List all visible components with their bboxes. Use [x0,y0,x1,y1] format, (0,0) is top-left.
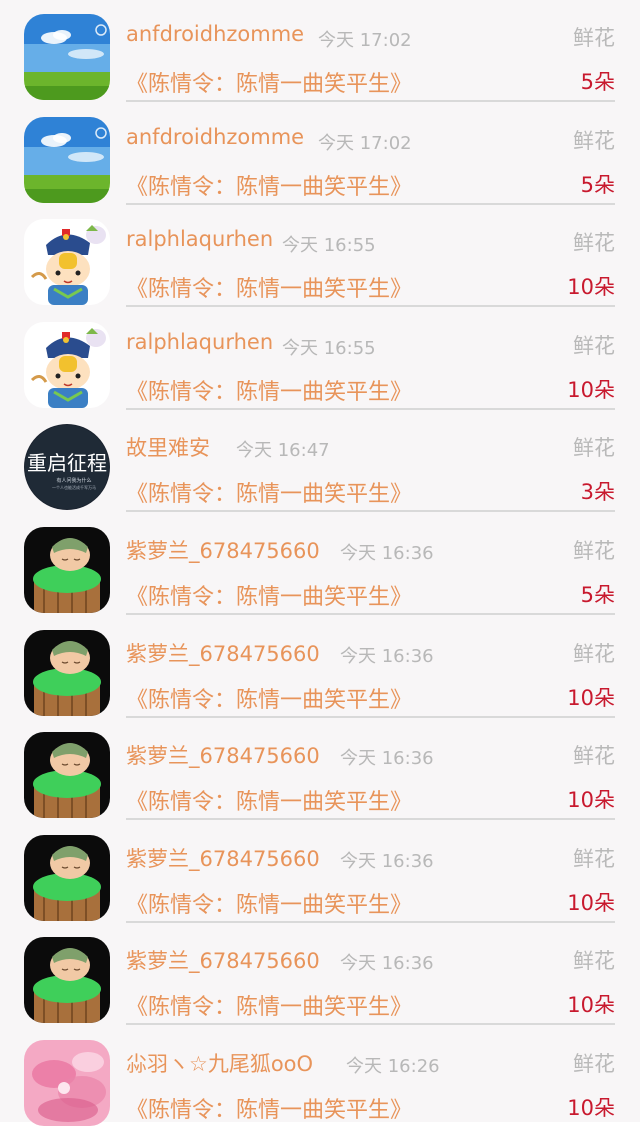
sleeping-baby-avatar-icon [24,629,110,716]
gift-type-label: 鲜花 [573,231,615,256]
username[interactable]: anfdroidhzomme [126,22,304,46]
book-title-link[interactable]: 《陈情令：陈情一曲笑平生》 [126,1092,412,1124]
calligraphy-avatar-icon: 重启征程 有人问我为什么 一个人也能活成千军万马 [24,424,110,511]
gift-quantity: 10朵 [567,1096,615,1120]
avatar[interactable]: 重启征程 有人问我为什么 一个人也能活成千军万马 [24,424,110,511]
gift-type-label: 鲜花 [573,1052,615,1076]
list-item[interactable]: 紫萝兰_678475660 今天 16:36 鲜花 《陈情令：陈情一曲笑平生》 … [0,821,640,924]
list-item[interactable]: 紫萝兰_678475660 今天 16:36 鲜花 《陈情令：陈情一曲笑平生》 … [0,513,640,616]
gift-type-label: 鲜花 [573,333,615,358]
list-item[interactable]: ralphlaqurhen 今天 16:55 鲜花 《陈情令：陈情一曲笑平生》 … [0,205,640,308]
avatar[interactable] [24,527,110,613]
username[interactable]: 紫萝兰_678475660 [126,843,320,873]
gift-quantity: 5朵 [580,70,615,94]
sleeping-baby-avatar-icon [24,732,110,819]
gift-type-label: 鲜花 [573,641,615,666]
sleeping-baby-avatar-icon [24,834,110,921]
gift-type-label: 鲜花 [573,128,615,153]
sky-grass-avatar-icon [24,116,110,203]
username[interactable]: ralphlaqurhen [126,227,273,251]
book-title-link[interactable]: 《陈情令：陈情一曲笑平生》 [126,784,412,816]
pink-flower-avatar-icon [24,1040,110,1126]
book-title-link[interactable]: 《陈情令：陈情一曲笑平生》 [126,989,412,1021]
timestamp: 今天 17:02 [318,132,412,154]
calligraphy-small-text-2: 一个人也能活成千军万马 [52,484,96,490]
book-title-link[interactable]: 《陈情令：陈情一曲笑平生》 [126,271,412,303]
gift-type-label: 鲜花 [573,846,615,871]
gift-quantity: 10朵 [567,788,615,813]
list-item[interactable]: 重启征程 有人问我为什么 一个人也能活成千军万马 故里难安 今天 16:47 鲜… [0,410,640,513]
calligraphy-main-text: 重启征程 [27,451,107,475]
list-item[interactable]: anfdroidhzomme 今天 17:02 鲜花 《陈情令：陈情一曲笑平生》… [0,103,640,206]
timestamp: 今天 16:36 [340,850,434,872]
avatar[interactable] [24,834,110,921]
sleeping-baby-avatar-icon [24,937,110,1024]
list-item[interactable]: 紫萝兰_678475660 今天 16:36 鲜花 《陈情令：陈情一曲笑平生》 … [0,923,640,1026]
username[interactable]: 紫萝兰_678475660 [126,945,320,975]
book-title-link[interactable]: 《陈情令：陈情一曲笑平生》 [126,476,412,508]
gift-quantity: 10朵 [567,993,615,1018]
calligraphy-small-text-1: 有人问我为什么 [56,477,91,484]
gift-quantity: 5朵 [580,583,615,607]
timestamp: 今天 16:36 [340,748,434,770]
gift-type-label: 鲜花 [573,436,615,461]
list-item[interactable]: 尛羽ヽ☆九尾狐ooO 今天 16:26 鲜花 《陈情令：陈情一曲笑平生》 10朵 [0,1026,640,1129]
avatar[interactable] [24,732,110,819]
timestamp: 今天 16:55 [282,337,376,359]
sleeping-baby-avatar-icon [24,527,110,613]
list-item[interactable]: ralphlaqurhen 今天 16:55 鲜花 《陈情令：陈情一曲笑平生》 … [0,308,640,411]
timestamp: 今天 16:47 [236,440,330,462]
gift-quantity: 10朵 [567,685,615,710]
gift-type-label: 鲜花 [573,744,615,769]
username[interactable]: 紫萝兰_678475660 [126,740,320,770]
gift-type-label: 鲜花 [573,949,615,974]
username[interactable]: 紫萝兰_678475660 [126,535,320,565]
list-item[interactable]: anfdroidhzomme 今天 17:02 鲜花 《陈情令：陈情一曲笑平生》… [0,0,640,103]
gift-quantity: 10朵 [567,890,615,915]
timestamp: 今天 16:26 [346,1056,440,1077]
avatar[interactable] [24,116,110,203]
timestamp: 今天 17:02 [318,30,412,51]
book-title-link[interactable]: 《陈情令：陈情一曲笑平生》 [126,682,412,714]
gift-quantity: 10朵 [567,275,615,300]
gift-quantity: 5朵 [580,172,615,197]
book-title-link[interactable]: 《陈情令：陈情一曲笑平生》 [126,66,412,98]
timestamp: 今天 16:36 [340,953,434,975]
timestamp: 今天 16:36 [340,543,434,564]
book-title-link[interactable]: 《陈情令：陈情一曲笑平生》 [126,169,412,201]
username[interactable]: 故里难安 [126,432,210,462]
cartoon-official-avatar-icon [24,321,110,408]
avatar[interactable] [24,219,110,306]
book-title-link[interactable]: 《陈情令：陈情一曲笑平生》 [126,374,412,406]
username[interactable]: ralphlaqurhen [126,330,273,354]
gift-record-list: anfdroidhzomme 今天 17:02 鲜花 《陈情令：陈情一曲笑平生》… [0,0,640,1126]
avatar[interactable] [24,14,110,100]
gift-quantity: 10朵 [567,377,615,402]
username[interactable]: 尛羽ヽ☆九尾狐ooO [126,1048,313,1078]
list-item[interactable]: 紫萝兰_678475660 今天 16:36 鲜花 《陈情令：陈情一曲笑平生》 … [0,616,640,719]
gift-quantity: 3朵 [580,480,615,505]
list-item[interactable]: 紫萝兰_678475660 今天 16:36 鲜花 《陈情令：陈情一曲笑平生》 … [0,718,640,821]
avatar[interactable] [24,321,110,408]
username[interactable]: 紫萝兰_678475660 [126,638,320,668]
gift-type-label: 鲜花 [573,539,615,563]
avatar[interactable] [24,937,110,1024]
timestamp: 今天 16:55 [282,235,376,257]
book-title-link[interactable]: 《陈情令：陈情一曲笑平生》 [126,579,412,611]
avatar[interactable] [24,629,110,716]
cartoon-official-avatar-icon [24,219,110,306]
username[interactable]: anfdroidhzomme [126,125,304,149]
avatar[interactable] [24,1040,110,1126]
gift-type-label: 鲜花 [573,26,615,50]
timestamp: 今天 16:36 [340,645,434,667]
sky-grass-avatar-icon [24,14,110,100]
book-title-link[interactable]: 《陈情令：陈情一曲笑平生》 [126,887,412,919]
